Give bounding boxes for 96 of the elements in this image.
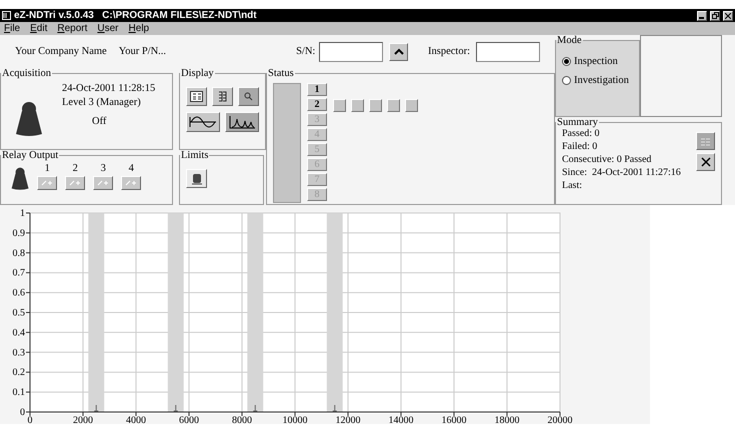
inspector-field[interactable] xyxy=(476,42,540,62)
panel-title: Summary xyxy=(556,117,599,128)
indicator-square xyxy=(405,99,418,112)
columns-icon xyxy=(218,91,227,102)
close-icon xyxy=(700,157,710,167)
panel-title: Acquisition xyxy=(1,68,52,79)
indicator-square xyxy=(369,99,382,112)
summary-line: Last: xyxy=(562,180,583,191)
spectrum-button[interactable] xyxy=(225,112,259,132)
x-tick-label: 6000 xyxy=(179,415,199,424)
radio-button[interactable] xyxy=(562,76,571,85)
relay-button[interactable] xyxy=(37,176,58,190)
menu-item[interactable]: File xyxy=(4,23,20,34)
relay-button[interactable] xyxy=(93,176,114,190)
relay-button[interactable] xyxy=(65,176,86,190)
serial-field[interactable] xyxy=(319,42,384,62)
y-tick-label: 0.4 xyxy=(12,327,25,338)
restore-button[interactable] xyxy=(710,10,720,20)
acquisition-datetime: 24-Oct-2001 11:28:15 xyxy=(62,83,156,94)
x-tick-label: 20000 xyxy=(548,415,572,424)
menu-item[interactable]: Report xyxy=(57,23,88,34)
zoom-button[interactable] xyxy=(238,87,259,106)
user-level: Level 3 (Manager) xyxy=(62,97,142,108)
indicator-square xyxy=(387,99,400,112)
panel-title: Mode xyxy=(556,35,582,46)
indicator-square xyxy=(351,99,364,112)
y-tick-label: 0.2 xyxy=(12,367,25,378)
relay-number: 2 xyxy=(72,163,78,174)
y-tick-label: 0 xyxy=(20,407,25,418)
channel-button[interactable]: 1 xyxy=(307,83,327,96)
mode-option-label: Investigation xyxy=(574,75,629,86)
clear-button[interactable] xyxy=(696,153,715,171)
columns-button[interactable] xyxy=(212,87,233,106)
summary-line: Passed: 0 xyxy=(562,128,600,139)
acquisition-light-icon xyxy=(15,101,43,137)
x-tick-label: 2000 xyxy=(73,415,93,424)
up-button[interactable] xyxy=(389,42,408,60)
magnifier-icon xyxy=(244,92,253,101)
switch-icon xyxy=(125,180,138,186)
mode-option-label: Inspection xyxy=(574,56,618,67)
part-number: Your P/N... xyxy=(118,46,166,57)
y-tick-label: 0.1 xyxy=(12,387,25,398)
summary-line: Consecutive: 0 Passed xyxy=(562,154,652,165)
inspector-label: Inspector: xyxy=(428,46,470,57)
channel-button[interactable]: 2 xyxy=(307,98,327,111)
table-icon xyxy=(190,91,203,102)
relay-number: 3 xyxy=(100,163,106,174)
company-name: Your Company Name xyxy=(15,46,107,57)
cylinder-icon xyxy=(190,172,202,184)
relay-number: 1 xyxy=(44,163,50,174)
acquisition-light-icon xyxy=(11,166,30,190)
menu-item[interactable]: Help xyxy=(128,23,150,34)
panel-title: Display xyxy=(180,68,215,79)
x-tick-label: 8000 xyxy=(232,415,252,424)
menu-item[interactable]: User xyxy=(97,23,119,34)
x-tick-label: 16000 xyxy=(442,415,466,424)
list-button[interactable] xyxy=(696,132,715,150)
window-title: eZ-NDTri v.5.0.43 C:\PROGRAM FILES\EZ-NDT\ndt xyxy=(14,10,258,21)
y-tick-label: 0.8 xyxy=(12,248,25,259)
y-tick-label: 0.5 xyxy=(12,308,25,318)
app-icon xyxy=(2,11,11,20)
relay-button[interactable] xyxy=(121,176,142,190)
y-tick-label: 1 xyxy=(20,208,25,219)
menu-item[interactable]: Edit xyxy=(30,23,48,34)
spectrum-icon xyxy=(228,115,256,129)
relay-number: 4 xyxy=(128,163,134,174)
close-button[interactable] xyxy=(723,10,733,20)
x-tick-label: 4000 xyxy=(126,415,146,424)
x-tick-label: 0 xyxy=(28,415,32,424)
switch-icon xyxy=(41,180,54,186)
list-icon xyxy=(700,136,711,146)
summary-line: Since: 24-Oct-2001 11:27:16 xyxy=(562,167,682,178)
limits-button[interactable] xyxy=(186,169,207,188)
switch-icon xyxy=(97,180,110,186)
minimize-button[interactable] xyxy=(697,10,707,20)
y-tick-label: 0.6 xyxy=(12,288,25,299)
waveform-button[interactable] xyxy=(186,112,220,132)
sine-wave-icon xyxy=(189,115,217,129)
y-tick-label: 0.3 xyxy=(12,347,25,358)
serial-label: S/N: xyxy=(296,46,316,57)
acquisition-state: Off xyxy=(92,116,108,127)
indicator-square xyxy=(333,99,346,112)
panel-title: Status xyxy=(267,68,295,79)
x-tick-label: 18000 xyxy=(494,415,520,424)
summary-line: Failed: 0 xyxy=(562,141,598,152)
table-view-button[interactable] xyxy=(186,87,207,106)
panel-title: Relay Output xyxy=(1,150,60,161)
caret-up-icon xyxy=(394,48,404,55)
panel-title: Limits xyxy=(180,150,210,161)
switch-icon xyxy=(69,180,82,186)
x-tick-label: 12000 xyxy=(336,415,360,424)
y-tick-label: 0.7 xyxy=(12,268,25,279)
x-tick-label: 10000 xyxy=(282,415,308,424)
x-tick-label: 14000 xyxy=(388,415,414,424)
radio-button[interactable] xyxy=(562,57,571,66)
y-tick-label: 0.9 xyxy=(12,228,25,239)
